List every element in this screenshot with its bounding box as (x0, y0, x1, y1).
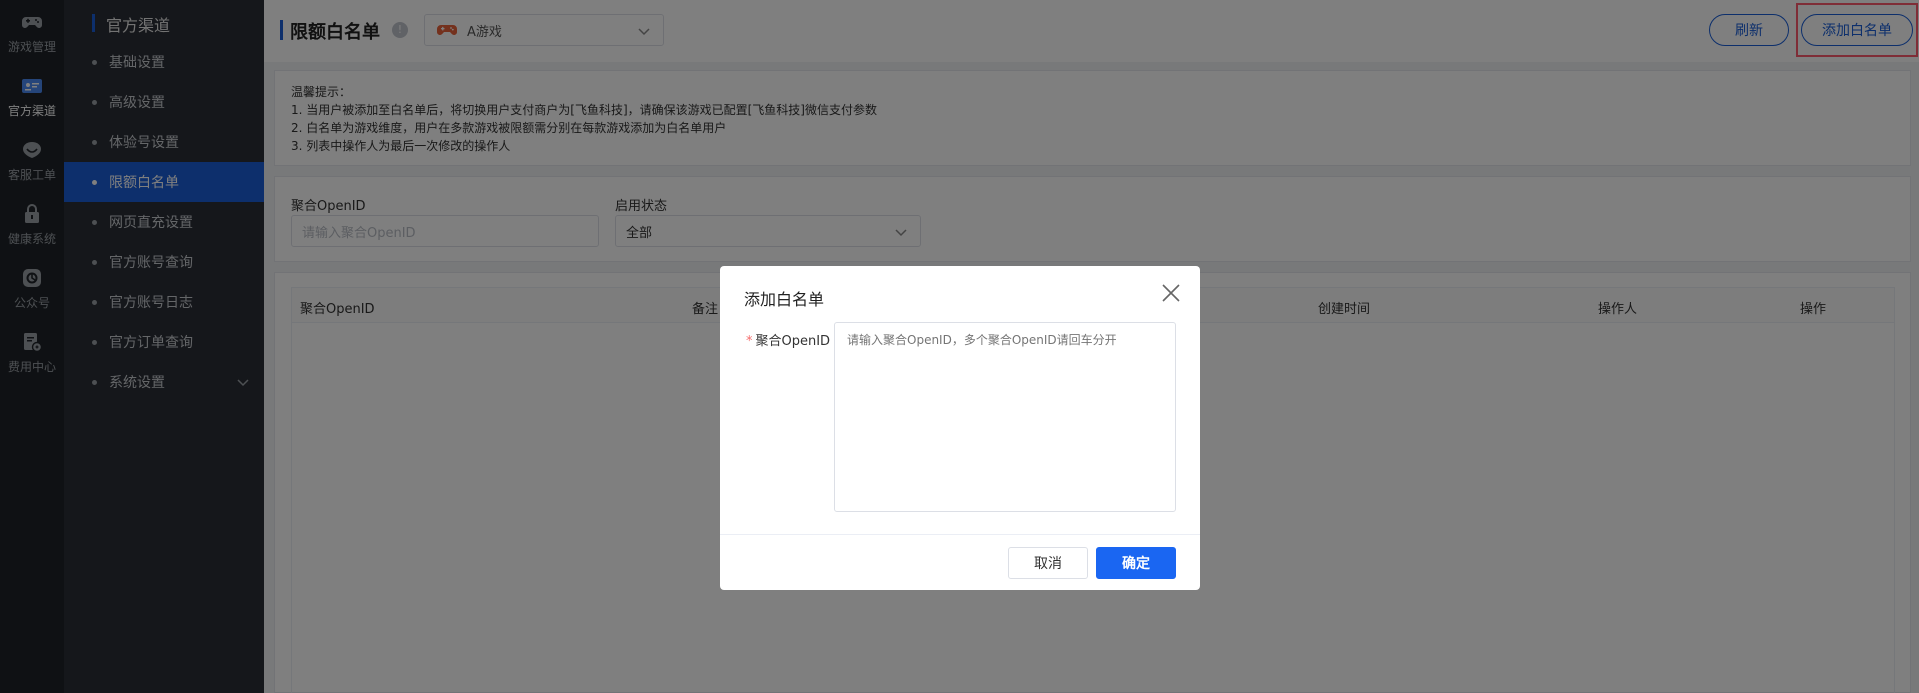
confirm-button[interactable]: 确定 (1096, 547, 1176, 579)
cancel-button[interactable]: 取消 (1008, 547, 1088, 579)
openid-field-label-text: 聚合OpenID (755, 334, 831, 349)
add-whitelist-dialog: 添加白名单 *聚合OpenID 取消 确定 (720, 266, 1200, 590)
openid-field-label: * 聚合OpenID (746, 330, 830, 349)
required-marker: * (746, 334, 753, 349)
close-icon[interactable] (1160, 282, 1182, 304)
dialog-title: 添加白名单 (744, 290, 825, 309)
dialog-divider (720, 534, 1200, 535)
openid-textarea[interactable] (834, 322, 1176, 512)
